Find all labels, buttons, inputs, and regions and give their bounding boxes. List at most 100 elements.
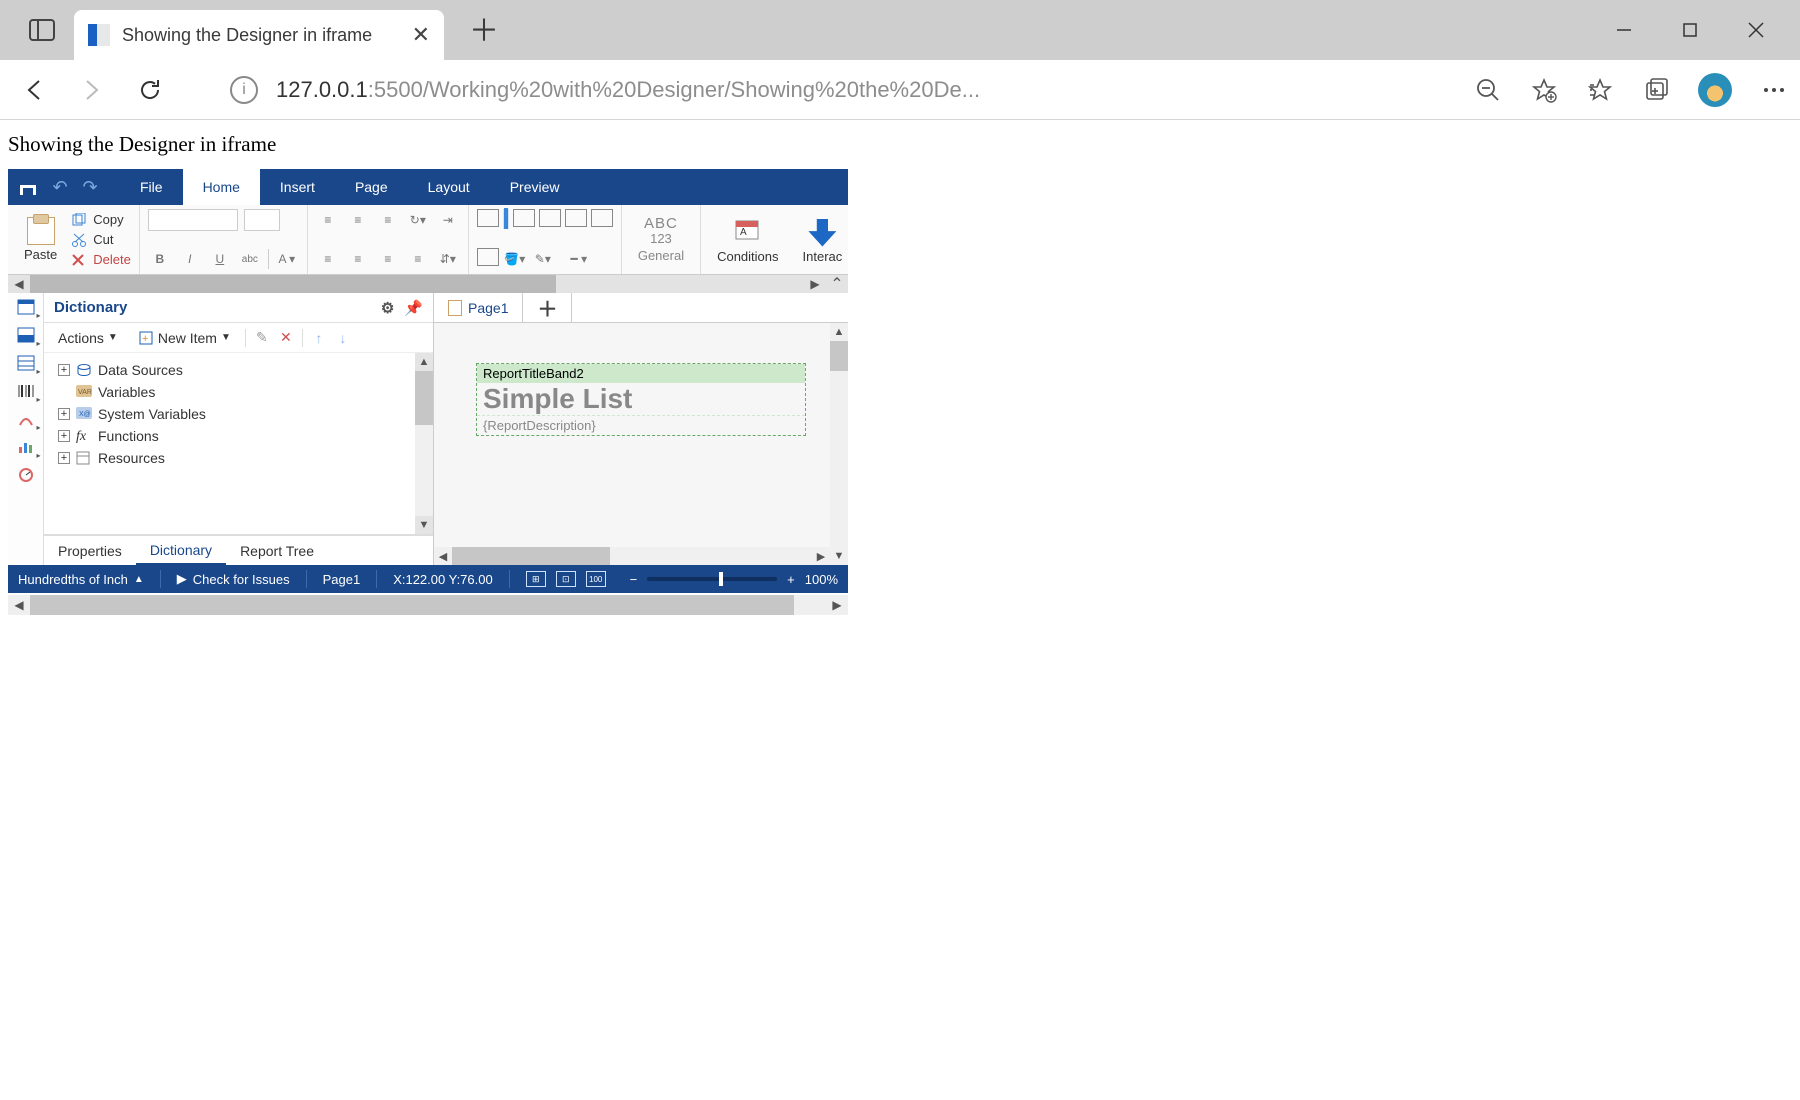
rotate-icon[interactable]: ↻▾ [406,209,430,231]
new-tab-button[interactable]: ＋ [464,6,504,50]
site-info-icon[interactable]: i [230,76,258,104]
toolbox-text-icon[interactable]: ▸ [14,297,38,317]
report-title-band[interactable]: ReportTitleBand2 Simple List {ReportDesc… [476,363,806,436]
tree-item-system-variables[interactable]: +X@System Variables [58,403,429,425]
tab-actions-icon[interactable] [22,10,62,50]
fill-color-button[interactable]: 🪣▾ [503,248,527,270]
tree-item-variables[interactable]: VARVariables [58,381,429,403]
redo-icon[interactable]: ↷ [78,175,102,199]
tab-page[interactable]: Page [335,169,408,205]
tree-item-functions[interactable]: +fxFunctions [58,425,429,447]
favorites-icon[interactable] [1586,76,1614,104]
tree-scrollbar[interactable]: ▲ ▼ [415,353,433,534]
indent-icon[interactable]: ⇥ [436,209,460,231]
border-all-button[interactable] [503,209,509,229]
frame-scroll-left-icon[interactable]: ◀ [8,595,30,615]
format-display[interactable]: ABC 123 General [630,216,692,263]
font-size-dropdown[interactable] [244,209,280,231]
tab-dictionary[interactable]: Dictionary [136,536,226,565]
panel-settings-icon[interactable]: ⚙ [381,299,394,317]
align-top-right-icon[interactable]: ≡ [376,209,400,231]
save-icon[interactable] [14,173,42,201]
expand-icon[interactable]: + [58,364,70,376]
more-menu-icon[interactable] [1760,76,1788,104]
vscroll-thumb[interactable] [830,341,848,371]
toolbox-panel-icon[interactable]: ▸ [14,353,38,373]
browser-tab[interactable]: Showing the Designer in iframe ✕ [74,10,444,60]
move-down-icon[interactable]: ↓ [335,330,351,346]
tab-layout[interactable]: Layout [408,169,490,205]
check-issues-button[interactable]: ▶ Check for Issues [177,571,290,587]
conditions-button[interactable]: A Conditions [709,209,786,273]
move-up-icon[interactable]: ↑ [311,330,327,346]
tree-item-data-sources[interactable]: +Data Sources [58,359,429,381]
zoom-in-button[interactable]: + [787,572,795,587]
zoom-100-icon[interactable]: 100 [586,571,606,587]
panel-pin-icon[interactable]: 📌 [404,299,423,317]
toolbox-gauge-icon[interactable] [14,465,38,485]
tab-preview[interactable]: Preview [490,169,580,205]
strikethrough-button[interactable]: abc [238,248,262,270]
toolbox-barcode-icon[interactable]: ▸ [14,381,38,401]
italic-button[interactable]: I [178,248,202,270]
frame-scroll-thumb[interactable] [30,595,794,615]
scroll-up-icon[interactable]: ▲ [415,353,433,371]
report-description-text[interactable]: {ReportDescription} [477,415,805,435]
scroll-track[interactable] [30,275,804,293]
units-dropdown[interactable]: Hundredths of Inch ▲ [18,572,144,587]
back-button[interactable] [12,68,56,112]
collapse-ribbon-icon[interactable]: ⌃ [826,275,848,293]
border-color-button[interactable]: ✎▾ [531,248,555,270]
actions-dropdown[interactable]: Actions ▼ [52,328,124,348]
tab-home[interactable]: Home [183,169,260,205]
close-window-button[interactable] [1732,6,1780,54]
scroll-thumb[interactable] [30,275,556,293]
profile-avatar[interactable] [1698,73,1732,107]
zoom-slider[interactable] [647,577,777,581]
border-bottom-button[interactable] [591,209,613,227]
align-right-icon[interactable]: ≡ [376,248,400,270]
border-none-button[interactable] [477,209,499,227]
border-left-button[interactable] [513,209,535,227]
border-right-button[interactable] [565,209,587,227]
scroll-right-icon[interactable]: ▶ [804,275,826,293]
font-color-button[interactable]: A ▾ [275,248,299,270]
toolbox-chart-icon[interactable]: ▸ [14,437,38,457]
tab-insert[interactable]: Insert [260,169,335,205]
border-top-button[interactable] [539,209,561,227]
scroll-down-icon[interactable]: ▼ [415,516,433,534]
report-page[interactable]: ReportTitleBand2 Simple List {ReportDesc… [476,363,806,436]
tree-item-resources[interactable]: +Resources [58,447,429,469]
align-center-icon[interactable]: ≡ [346,248,370,270]
canvas-hscrollbar[interactable]: ◀ ▶ [434,547,830,565]
align-justify-icon[interactable]: ≡ [406,248,430,270]
edit-icon[interactable]: ✎ [254,330,270,346]
ribbon-scrollbar[interactable]: ◀ ▶ ⌃ [8,275,848,293]
vscroll-up-icon[interactable]: ▲ [830,323,848,341]
report-title-text[interactable]: Simple List [477,383,805,415]
scroll-thumb[interactable] [415,371,433,425]
toolbox-shape-icon[interactable]: ▸ [14,409,38,429]
refresh-button[interactable] [128,68,172,112]
tab-close-button[interactable]: ✕ [412,22,430,48]
remove-icon[interactable]: ✕ [278,330,294,346]
hscroll-right-icon[interactable]: ▶ [812,547,830,565]
align-top-center-icon[interactable]: ≡ [346,209,370,231]
line-spacing-icon[interactable]: ⇵▾ [436,248,460,270]
undo-icon[interactable]: ↶ [48,175,72,199]
tab-properties[interactable]: Properties [44,536,136,565]
align-toggle-icon[interactable]: ⊡ [556,571,576,587]
bold-button[interactable]: B [148,248,172,270]
delete-button[interactable]: Delete [71,251,131,269]
hscroll-thumb[interactable] [452,547,610,565]
zoom-handle[interactable] [719,572,723,586]
minimize-button[interactable] [1600,6,1648,54]
align-left-icon[interactable]: ≡ [316,248,340,270]
maximize-button[interactable] [1666,6,1714,54]
cut-button[interactable]: Cut [71,231,131,249]
favorite-add-icon[interactable] [1530,76,1558,104]
underline-button[interactable]: U [208,248,232,270]
vscroll-down-icon[interactable]: ▼ [830,547,848,565]
align-top-left-icon[interactable]: ≡ [316,209,340,231]
forward-button[interactable] [70,68,114,112]
